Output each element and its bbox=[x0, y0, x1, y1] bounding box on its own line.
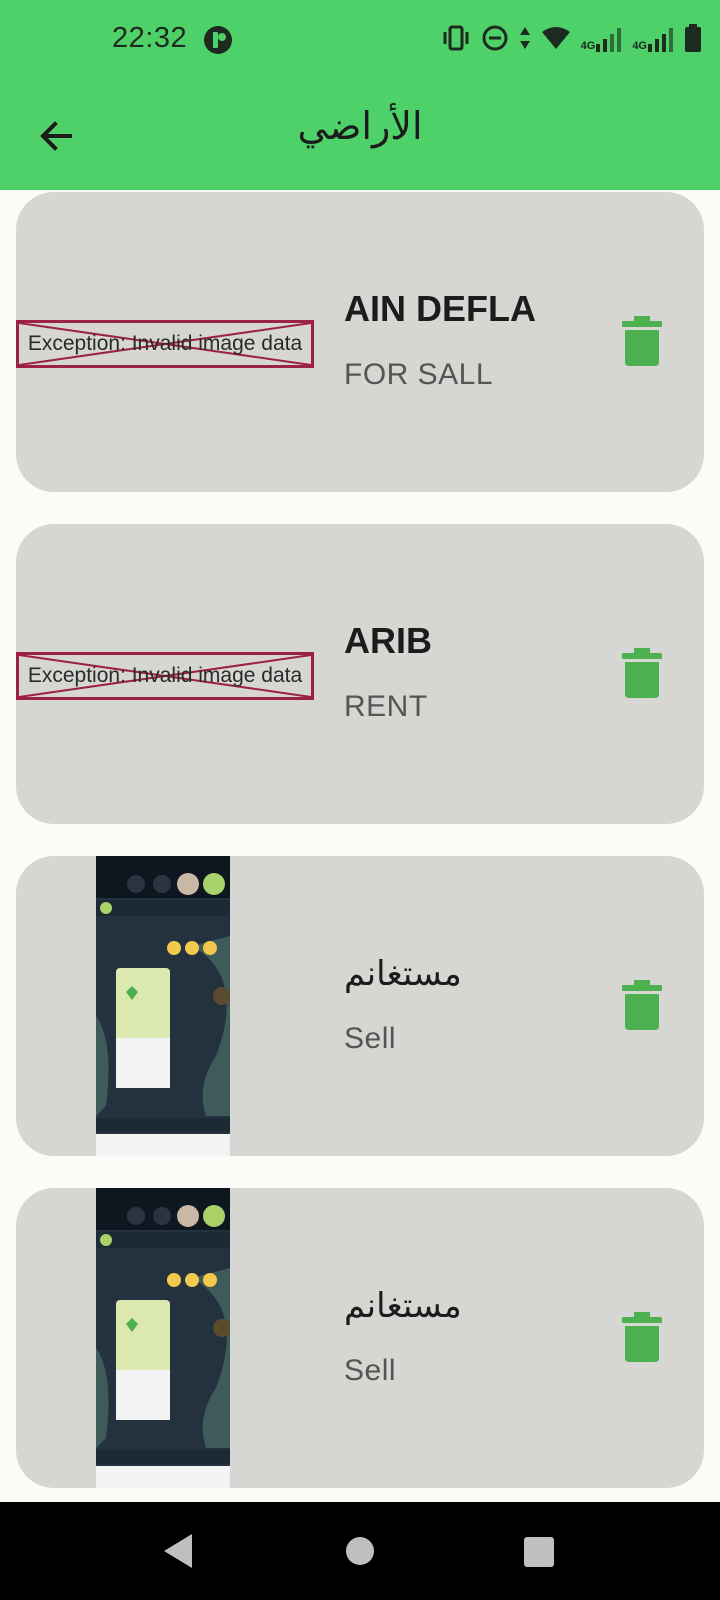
land-card[interactable]: Exception: Invalid image data AIN DEFLA … bbox=[16, 192, 704, 492]
trash-icon bbox=[622, 316, 662, 366]
nav-back-icon[interactable] bbox=[162, 1532, 194, 1570]
trash-icon bbox=[622, 1312, 662, 1362]
image-error-text: Exception: Invalid image data bbox=[27, 332, 303, 355]
land-status: RENT bbox=[344, 690, 428, 723]
land-card[interactable]: Exception: Invalid image data ARIB RENT bbox=[16, 524, 704, 824]
vibrate-icon bbox=[441, 25, 471, 56]
land-title: ARIB bbox=[344, 620, 432, 661]
land-title: AIN DEFLA bbox=[344, 288, 536, 329]
land-status: Sell bbox=[344, 1022, 397, 1055]
signal-icon-sim2: 4G bbox=[632, 28, 674, 52]
status-bar: 22:32 4G 4G bbox=[0, 0, 720, 80]
image-error-placeholder: Exception: Invalid image data bbox=[16, 320, 314, 368]
land-image: Exception: Invalid image data bbox=[16, 192, 330, 492]
app-notification-icon bbox=[203, 25, 233, 55]
wifi-icon bbox=[541, 26, 571, 55]
status-icons: 4G 4G bbox=[441, 22, 702, 58]
land-photo-thumbnail bbox=[96, 856, 230, 1156]
land-image bbox=[16, 856, 330, 1156]
status-time: 22:32 bbox=[112, 22, 188, 54]
system-navigation-bar bbox=[0, 1502, 720, 1600]
delete-button[interactable] bbox=[620, 1312, 664, 1362]
land-title: مستغانم bbox=[344, 1286, 462, 1326]
trash-icon bbox=[622, 648, 662, 698]
delete-button[interactable] bbox=[620, 316, 664, 366]
image-error-text: Exception: Invalid image data bbox=[27, 664, 303, 687]
land-title: مستغانم bbox=[344, 954, 462, 994]
land-status: FOR SALL bbox=[344, 358, 494, 391]
battery-icon bbox=[684, 23, 702, 57]
land-image bbox=[16, 1188, 330, 1488]
network-type-1: 4G bbox=[580, 40, 596, 52]
land-photo-thumbnail bbox=[96, 1188, 230, 1488]
delete-button[interactable] bbox=[620, 648, 664, 698]
image-error-placeholder: Exception: Invalid image data bbox=[16, 652, 314, 700]
land-card[interactable]: مستغانم Sell bbox=[16, 1188, 704, 1488]
nav-home-icon[interactable] bbox=[346, 1537, 374, 1565]
app-bar: الأراضي bbox=[0, 80, 720, 190]
lands-list[interactable]: Exception: Invalid image data AIN DEFLA … bbox=[0, 190, 720, 1502]
screen: 22:32 4G 4G الأراضي Exception: Invalid i… bbox=[0, 0, 720, 1600]
network-type-2: 4G bbox=[632, 40, 647, 52]
trash-icon bbox=[622, 980, 662, 1030]
delete-button[interactable] bbox=[620, 980, 664, 1030]
page-title: الأراضي bbox=[297, 104, 423, 148]
land-card[interactable]: مستغانم Sell bbox=[16, 856, 704, 1156]
land-image: Exception: Invalid image data bbox=[16, 524, 330, 824]
do-not-disturb-icon bbox=[481, 24, 509, 57]
land-status: Sell bbox=[344, 1354, 397, 1387]
nav-recents-icon[interactable] bbox=[524, 1537, 554, 1567]
data-arrows-icon bbox=[519, 25, 531, 56]
signal-icon-sim1: 4G bbox=[581, 28, 623, 52]
